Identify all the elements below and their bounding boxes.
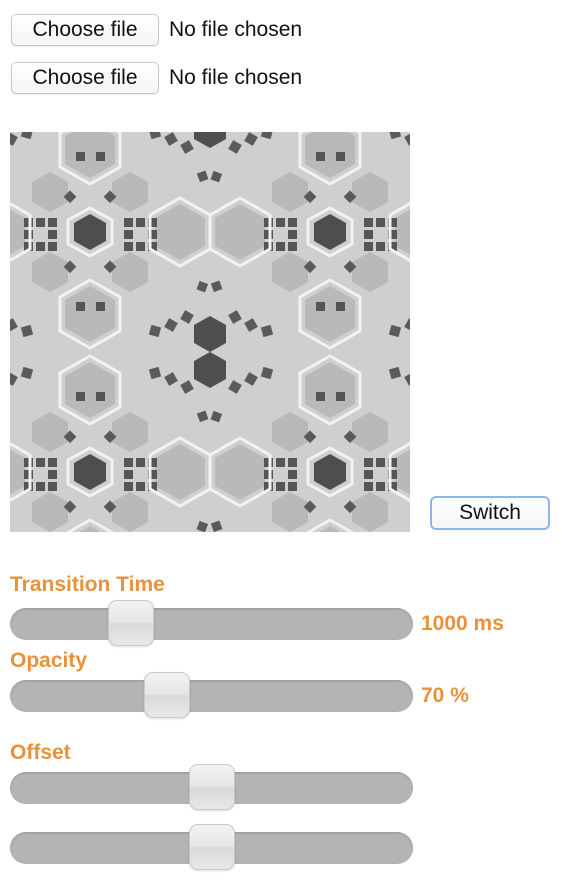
file-status-1: No file chosen [169,18,303,41]
opacity-slider-thumb[interactable] [144,672,191,718]
file-input-1[interactable]: Choose file No file chosen [11,13,302,47]
opacity-slider[interactable] [10,672,413,718]
offset-y-slider[interactable] [10,824,413,870]
file-input-2[interactable]: Choose file No file chosen [11,61,302,95]
switch-button[interactable]: Switch [430,496,550,530]
transition-time-slider[interactable] [10,600,413,646]
transition-time-slider-thumb[interactable] [107,600,154,646]
offset-y-slider-thumb[interactable] [188,824,235,870]
offset-x-slider[interactable] [10,764,413,810]
pattern-image [10,132,410,532]
file-status-2: No file chosen [169,66,303,89]
choose-file-button-2[interactable]: Choose file [11,62,159,94]
transition-time-label: Transition Time [10,573,165,596]
offset-label: Offset [10,741,71,764]
choose-file-button-1[interactable]: Choose file [11,14,159,46]
tiling-pattern-graphic [10,132,410,532]
opacity-value: 70 % [421,684,469,707]
transition-time-value: 1000 ms [421,612,504,635]
offset-x-slider-thumb[interactable] [188,764,235,810]
opacity-label: Opacity [10,649,88,672]
